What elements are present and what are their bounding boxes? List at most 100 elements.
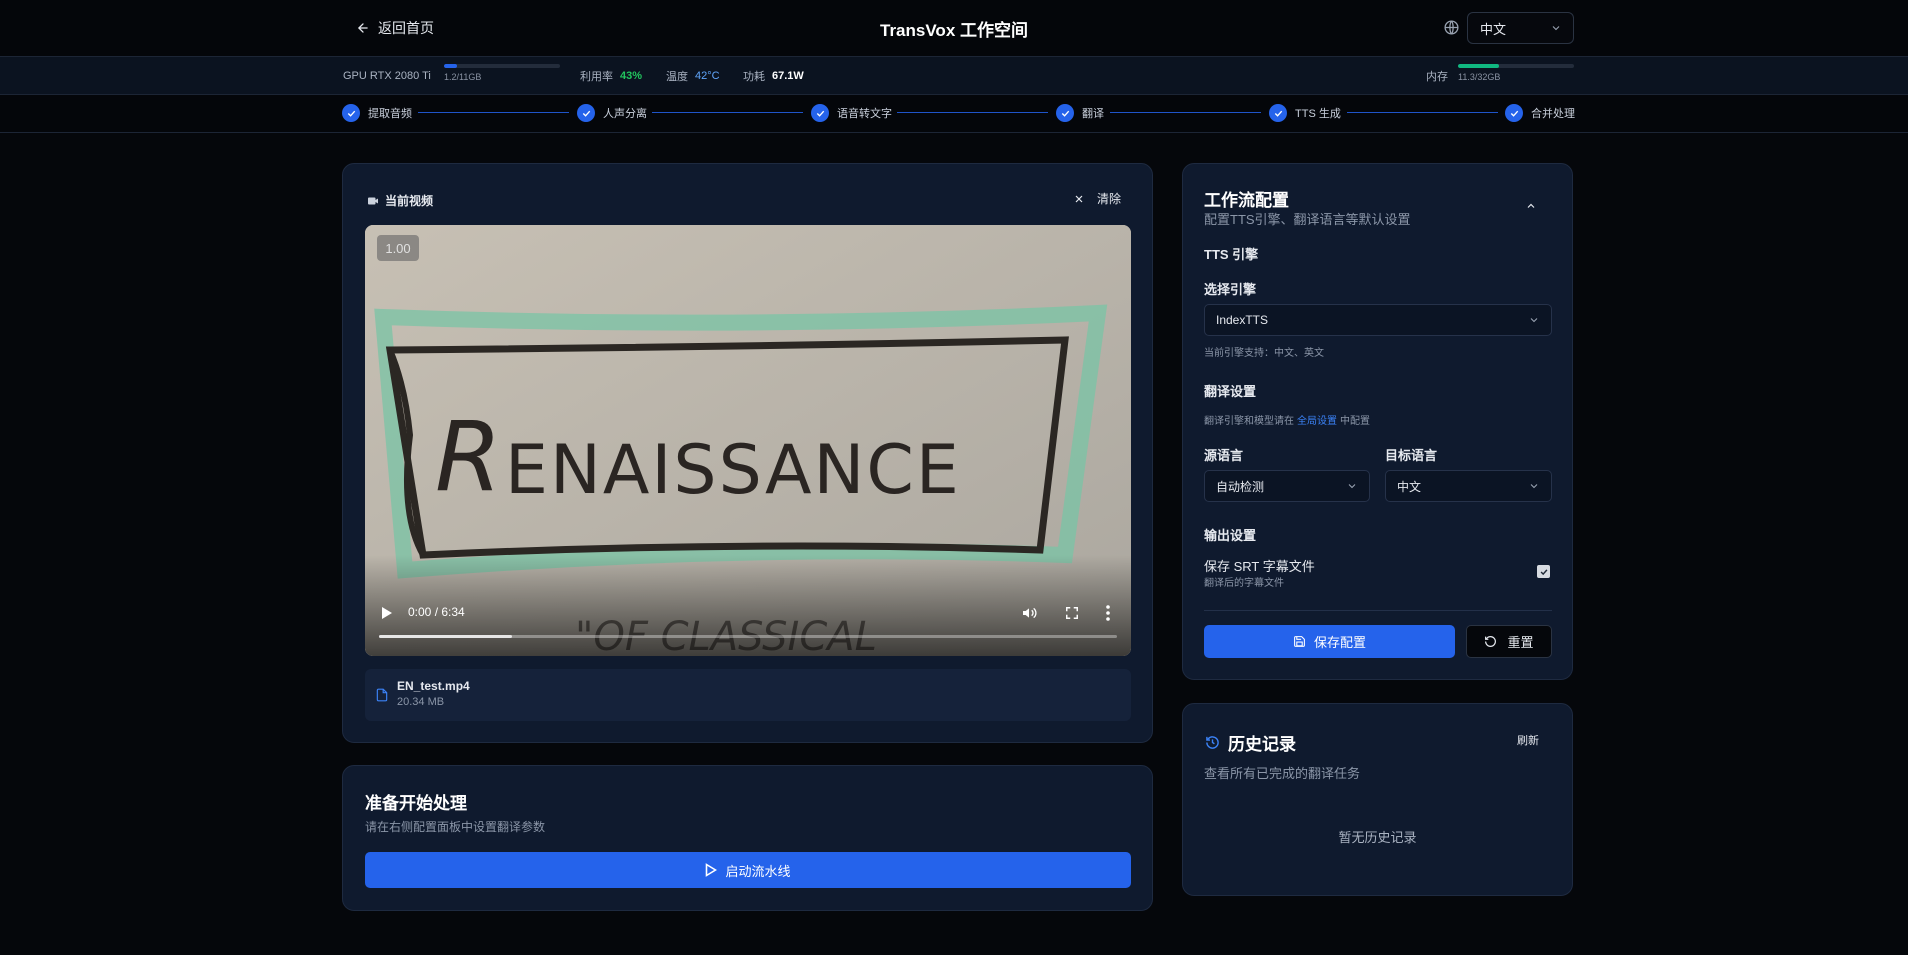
video-card-title: 当前视频 [385, 194, 434, 208]
chevron-down-icon [1346, 480, 1358, 492]
gpu-name-label: GPU RTX 2080 Ti [343, 70, 431, 82]
mem-meter-track [1458, 64, 1574, 68]
mem-label: 内存 [1426, 71, 1448, 83]
save-config-label: 保存配置 [1313, 635, 1366, 650]
start-card-subtitle: 请在右侧配置面板中设置翻译参数 [365, 820, 546, 834]
srt-label: 保存 SRT 字幕文件 [1204, 559, 1315, 574]
gpu-power: 功耗 67.1W [743, 69, 804, 83]
engine-select[interactable]: IndexTTS [1204, 304, 1552, 336]
start-pipeline-label: 启动流水线 [725, 863, 791, 879]
fullscreen-icon[interactable] [1065, 606, 1079, 620]
step-vocal-separation: 人声分离 [577, 103, 647, 123]
config-subtitle: 配置TTS引擎、翻译语言等默认设置 [1204, 212, 1411, 227]
engine-select-value: IndexTTS [1216, 313, 1269, 327]
video-progress-fill [379, 635, 512, 638]
util-value: 43% [620, 70, 643, 82]
more-options-icon[interactable] [1106, 605, 1110, 621]
step-connector [897, 112, 1048, 113]
step-extract-audio: 提取音频 [342, 103, 412, 123]
volume-icon[interactable] [1021, 605, 1037, 621]
vram-meter: 1.2/11GB [444, 64, 560, 82]
temp-value: 42°C [695, 70, 720, 82]
step-speech-to-text: 语音转文字 [811, 103, 892, 123]
vram-text: 1.2/11GB [444, 72, 482, 82]
video-time: 0:00 / 6:34 [408, 605, 465, 619]
chevron-down-icon [1550, 22, 1562, 34]
video-frame-image: R ENAISSANCE "OF CLASSICAL [365, 225, 1131, 656]
step-label: 合并处理 [1531, 108, 1575, 120]
file-icon [375, 687, 389, 703]
history-empty-text: 暂无历史记录 [1338, 830, 1417, 845]
gpu-name: GPU RTX 2080 Ti [343, 69, 431, 83]
mem-meter-fill [1458, 64, 1499, 68]
srt-checkbox[interactable] [1537, 565, 1550, 578]
step-label: TTS 生成 [1295, 108, 1341, 120]
target-language-select[interactable]: 中文 [1385, 470, 1552, 502]
svg-text:ENAISSANCE: ENAISSANCE [505, 431, 961, 510]
start-pipeline-button[interactable]: 启动流水线 [365, 852, 1131, 888]
chevron-down-icon [1528, 314, 1540, 326]
save-config-button[interactable]: 保存配置 [1204, 625, 1455, 658]
step-connector [1347, 112, 1498, 113]
mem-meter: 11.3/32GB [1458, 64, 1574, 82]
check-icon [1056, 104, 1074, 122]
language-select-value: 中文 [1480, 21, 1507, 37]
translate-section-title: 翻译设置 [1204, 384, 1257, 399]
play-outline-icon [705, 863, 718, 877]
engine-label: 选择引擎 [1204, 282, 1257, 297]
translate-note-suffix: 中配置 [1340, 416, 1370, 427]
util-label: 利用率 [580, 71, 613, 83]
tts-section-title: TTS 引擎 [1204, 247, 1259, 262]
step-tts: TTS 生成 [1269, 103, 1341, 123]
srt-sublabel: 翻译后的字幕文件 [1204, 578, 1284, 589]
file-info-row: EN_test.mp4 20.34 MB [365, 669, 1131, 721]
save-icon [1293, 635, 1306, 648]
step-merge: 合并处理 [1505, 103, 1575, 123]
vram-meter-fill [444, 64, 457, 68]
history-subtitle: 查看所有已完成的翻译任务 [1204, 766, 1361, 781]
step-label: 人声分离 [603, 108, 647, 120]
target-language-value: 中文 [1397, 479, 1422, 494]
reset-label: 重置 [1507, 635, 1534, 650]
mem-text: 11.3/32GB [1458, 72, 1501, 82]
chevron-down-icon [1528, 480, 1540, 492]
power-value: 67.1W [772, 70, 804, 82]
translate-note: 翻译引擎和模型请在 全局设置 中配置 [1204, 412, 1370, 427]
close-icon [1073, 193, 1085, 205]
history-title: 历史记录 [1228, 735, 1296, 754]
check-icon [577, 104, 595, 122]
step-translate: 翻译 [1056, 103, 1104, 123]
play-icon[interactable] [381, 606, 393, 620]
history-header: 历史记录 [1205, 730, 1296, 755]
config-title: 工作流配置 [1204, 191, 1289, 210]
reset-icon [1484, 635, 1497, 648]
check-icon [811, 104, 829, 122]
check-icon [1540, 568, 1547, 575]
reset-config-button[interactable]: 重置 [1466, 625, 1552, 658]
gpu-temp: 温度 42°C [666, 69, 720, 83]
file-name: EN_test.mp4 [397, 679, 470, 693]
start-card-title: 准备开始处理 [365, 794, 467, 813]
top-header: 返回首页 TransVox 工作空间 中文 [0, 0, 1908, 57]
gpu-util: 利用率 43% [580, 69, 642, 83]
globe-icon [1443, 19, 1460, 36]
temp-label: 温度 [666, 71, 688, 83]
chevron-up-icon[interactable] [1525, 200, 1537, 212]
svg-text:R: R [435, 401, 500, 513]
language-select[interactable]: 中文 [1467, 12, 1574, 44]
check-icon [1505, 104, 1523, 122]
video-progress-track[interactable] [379, 635, 1117, 638]
output-section-title: 输出设置 [1204, 528, 1257, 543]
step-label: 翻译 [1082, 108, 1104, 120]
check-icon [1269, 104, 1287, 122]
source-language-select[interactable]: 自动检测 [1204, 470, 1370, 502]
step-connector [652, 112, 803, 113]
refresh-history-button[interactable]: 刷新 [1517, 732, 1539, 748]
clear-label: 清除 [1097, 192, 1122, 206]
video-player[interactable]: R ENAISSANCE "OF CLASSICAL 1.00 0:00 / 6… [365, 225, 1131, 656]
vram-meter-track [444, 64, 560, 68]
clear-video-button[interactable]: 清除 [1073, 190, 1121, 207]
global-settings-link[interactable]: 全局设置 [1297, 412, 1337, 427]
step-connector [418, 112, 569, 113]
check-icon [342, 104, 360, 122]
